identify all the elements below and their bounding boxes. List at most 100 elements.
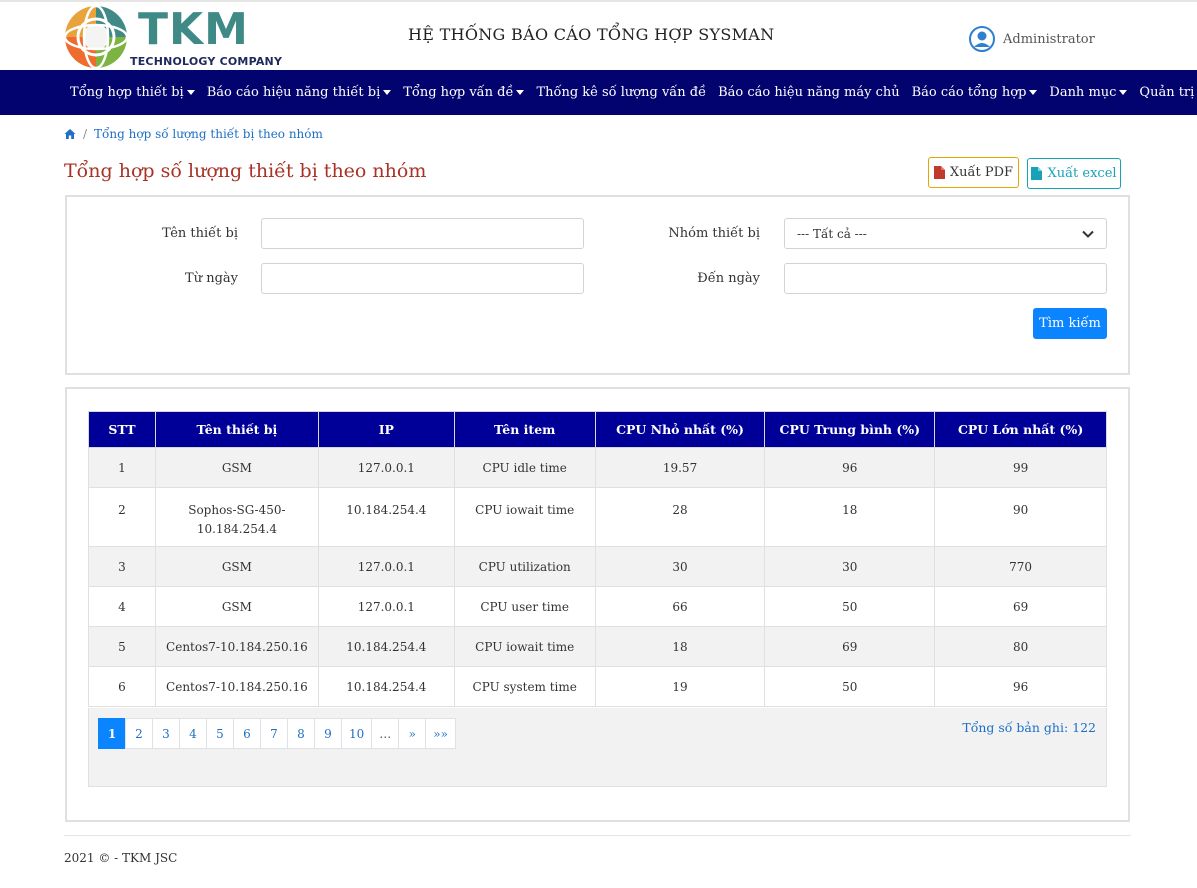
table-cell: Centos7-10.184.250.16 <box>154 666 319 707</box>
page-button[interactable]: 8 <box>287 718 315 749</box>
table-cell: 5 <box>88 626 156 667</box>
page-button[interactable]: 9 <box>314 718 342 749</box>
pagination-ellipsis: … <box>371 718 400 749</box>
table-cell: 80 <box>934 626 1107 667</box>
nav-item-4[interactable]: Thống kê số lượng vấn đề <box>530 85 712 100</box>
page-button[interactable]: 1 <box>98 718 126 749</box>
table-cell: 127.0.0.1 <box>317 546 455 587</box>
table-row[interactable]: 3 GSM 127.0.0.1 CPU utilization 30 30 770 <box>88 546 1107 587</box>
device-group-label: Nhóm thiết bị <box>668 226 760 241</box>
nav-item-3[interactable]: Tổng hợp vấn đề <box>397 85 530 100</box>
page-button[interactable]: 3 <box>152 718 180 749</box>
table-cell: GSM <box>154 447 319 488</box>
column-header: CPU Trung bình (%) <box>764 411 936 448</box>
table-body: 1 GSM 127.0.0.1 CPU idle time 19.57 96 99 2 Soph… <box>88 447 1107 707</box>
chevron-down-icon <box>1082 230 1094 238</box>
nav-item-label: Danh mục <box>1049 85 1117 100</box>
table-cell: 66 <box>594 586 766 627</box>
export-pdf-button[interactable]: Xuất PDF <box>928 157 1019 188</box>
nav-item-label: Báo cáo hiệu năng thiết bị <box>206 85 381 100</box>
table-cell: 4 <box>88 586 156 627</box>
user-menu[interactable]: Administrator <box>969 26 1095 52</box>
table-cell: 10.184.254.4 <box>317 487 455 547</box>
table-cell: 127.0.0.1 <box>317 447 455 488</box>
table-cell: 69 <box>764 626 936 667</box>
table-cell: Sophos-SG-450-10.184.254.4 <box>154 487 319 547</box>
table-cell: CPU system time <box>453 666 596 707</box>
column-header: Tên thiết bị <box>154 411 319 448</box>
export-excel-label: Xuất excel <box>1047 166 1117 181</box>
table-cell: 69 <box>934 586 1107 627</box>
table-cell: CPU utilization <box>453 546 596 587</box>
page-title: Tổng hợp số lượng thiết bị theo nhóm <box>64 160 427 182</box>
table-row[interactable]: 6 Centos7-10.184.250.16 10.184.254.4 CPU sy… <box>88 666 1107 707</box>
nav-item-1[interactable]: Tổng hợp thiết bị <box>64 85 201 100</box>
export-excel-button[interactable]: Xuất excel <box>1027 158 1121 189</box>
table-cell: CPU user time <box>453 586 596 627</box>
table-cell: 19 <box>594 666 766 707</box>
main-navbar: Tổng hợp thiết bị Báo cáo hiệu năng thiết… <box>0 70 1197 115</box>
table-row[interactable]: 4 GSM 127.0.0.1 CPU user time 66 50 69 <box>88 586 1107 627</box>
page-button[interactable]: 10 <box>341 718 373 749</box>
caret-down-icon <box>1029 90 1038 95</box>
nav-item-8[interactable]: Quản trị <box>1133 85 1197 100</box>
column-header: IP <box>317 411 455 448</box>
table-cell: 96 <box>934 666 1107 707</box>
home-icon[interactable] <box>64 128 76 140</box>
table-cell: 1 <box>88 447 156 488</box>
page-button[interactable]: 5 <box>206 718 234 749</box>
device-group-select[interactable]: --- Tất cả --- <box>784 218 1107 249</box>
nav-item-6[interactable]: Báo cáo tổng hợp <box>906 85 1044 100</box>
nav-item-label: Quản trị <box>1139 85 1195 100</box>
nav-item-label: Tổng hợp vấn đề <box>403 85 514 100</box>
nav-item-label: Báo cáo hiệu năng máy chủ <box>718 85 900 100</box>
column-header: Tên item <box>453 411 596 448</box>
nav-item-2[interactable]: Báo cáo hiệu năng thiết bị <box>201 85 398 100</box>
nav-item-5[interactable]: Báo cáo hiệu năng máy chủ <box>712 85 906 100</box>
column-header: STT <box>88 411 156 448</box>
excel-file-icon <box>1031 167 1043 180</box>
from-date-label: Từ ngày <box>185 271 238 286</box>
column-header: CPU Lớn nhất (%) <box>934 411 1107 448</box>
page-button[interactable]: 7 <box>260 718 288 749</box>
results-table: STT Tên thiết bị IP Tên item CPU Nhỏ nhất (%… <box>88 411 1107 707</box>
page-button[interactable]: 6 <box>233 718 261 749</box>
pagination: 1 2 3 4 5 6 7 8 9 10…»»» <box>98 718 456 749</box>
table-cell: 6 <box>88 666 156 707</box>
table-cell: 18 <box>594 626 766 667</box>
breadcrumb-separator: / <box>83 127 88 141</box>
search-button[interactable]: Tìm kiếm <box>1033 308 1107 339</box>
next-page-button[interactable]: » <box>398 718 427 749</box>
page-button[interactable]: 2 <box>125 718 153 749</box>
table-cell: CPU iowait time <box>453 487 596 547</box>
table-cell: 96 <box>764 447 936 488</box>
table-row[interactable]: 1 GSM 127.0.0.1 CPU idle time 19.57 96 99 <box>88 447 1107 488</box>
last-page-button[interactable]: »» <box>425 718 456 749</box>
table-row[interactable]: 2 Sophos-SG-450-10.184.254.4 10.184.254.4 C… <box>88 487 1107 547</box>
breadcrumb-current[interactable]: Tổng hợp số lượng thiết bị theo nhóm <box>94 127 323 141</box>
logo-text: TKM <box>138 4 249 55</box>
to-date-input[interactable] <box>784 263 1107 294</box>
table-row[interactable]: 5 Centos7-10.184.250.16 10.184.254.4 CPU io… <box>88 626 1107 667</box>
table-cell: 50 <box>764 666 936 707</box>
nav-item-7[interactable]: Danh mục <box>1043 85 1133 100</box>
device-name-label: Tên thiết bị <box>162 226 238 241</box>
from-date-input[interactable] <box>261 263 584 294</box>
table-cell: Centos7-10.184.250.16 <box>154 626 319 667</box>
table-cell: 50 <box>764 586 936 627</box>
table-cell: 10.184.254.4 <box>317 626 455 667</box>
table-cell: CPU iowait time <box>453 626 596 667</box>
nav-item-label: Thống kê số lượng vấn đề <box>536 85 707 100</box>
caret-down-icon <box>186 90 195 95</box>
company-logo[interactable]: TKM TECHNOLOGY COMPANY <box>63 4 282 70</box>
filter-panel: Tên thiết bị Nhóm thiết bị --- Tất cả --… <box>65 195 1130 375</box>
device-name-input[interactable] <box>261 218 584 249</box>
page-button[interactable]: 4 <box>179 718 207 749</box>
table-cell: 18 <box>764 487 936 547</box>
caret-down-icon <box>383 90 392 95</box>
nav-item-label: Tổng hợp thiết bị <box>70 85 184 100</box>
table-header-row: STT Tên thiết bị IP Tên item CPU Nhỏ nhất (%… <box>88 411 1107 448</box>
table-cell: GSM <box>154 586 319 627</box>
table-cell: CPU idle time <box>453 447 596 488</box>
table-cell: 2 <box>88 487 156 547</box>
